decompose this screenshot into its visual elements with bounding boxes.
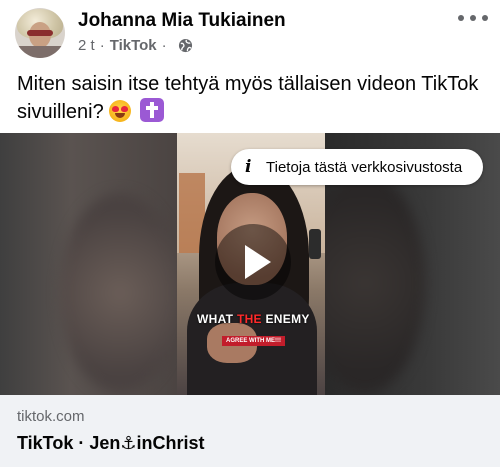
dot-icon [458, 15, 464, 21]
meta-separator: · [161, 37, 167, 54]
caption-word: THE [236, 312, 262, 326]
dot-icon [482, 15, 488, 21]
post-header: Johanna Mia Tukiainen 2 t · TikTok · [0, 0, 500, 62]
website-info-label: Tietoja tästä verkkosivustosta [266, 158, 463, 176]
meta-separator: · [99, 37, 105, 54]
video-caption: WHAT THE ENEMY [197, 312, 310, 326]
link-title[interactable]: TikTok · Jen⚓inChrist [17, 433, 205, 454]
play-button[interactable] [215, 224, 291, 300]
video-blur-left [0, 133, 180, 395]
heart-eyes-emoji-icon [109, 100, 132, 122]
website-info-button[interactable]: i Tietoja tästä verkkosivustosta [231, 149, 483, 185]
dot-icon [470, 15, 476, 21]
latin-cross-emoji-icon [139, 98, 164, 122]
link-preview[interactable]: tiktok.com TikTok · Jen⚓inChrist [0, 395, 500, 467]
info-icon: i [245, 157, 252, 177]
post-time[interactable]: 2 t [78, 37, 95, 54]
author-name[interactable]: Johanna Mia Tukiainen [78, 10, 286, 32]
author-avatar[interactable] [15, 8, 65, 58]
post-source: TikTok [109, 37, 157, 54]
more-options-button[interactable] [458, 8, 488, 28]
caption-word: WHAT [197, 312, 234, 326]
post-body: Miten saisin itse tehtyä myös tällaisen … [17, 70, 487, 126]
caption-word: ENEMY [265, 312, 310, 326]
video-subcaption: AGREE WITH ME!!! [222, 336, 285, 346]
link-domain: tiktok.com [17, 408, 85, 425]
post-meta: 2 t · TikTok · [78, 37, 193, 54]
globe-icon[interactable] [178, 38, 193, 53]
post-text: Miten saisin itse tehtyä myös tällaisen … [17, 73, 479, 123]
